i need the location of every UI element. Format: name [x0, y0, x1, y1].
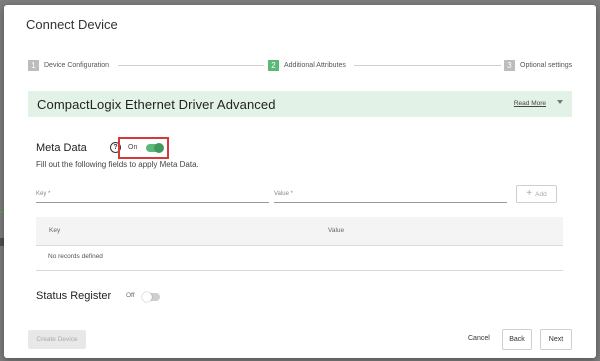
step-number: 2 [268, 59, 279, 71]
meta-data-toggle-label: On [128, 144, 138, 151]
step-label: Additional Attributes [284, 61, 346, 69]
step-device-configuration[interactable]: 1 Device Configuration [28, 58, 113, 72]
back-button[interactable]: Back [502, 329, 532, 350]
toggle-knob [154, 143, 164, 153]
meta-data-description: Fill out the following fields to apply M… [36, 160, 199, 169]
table-header-row: Key Value [36, 217, 563, 246]
meta-value-input[interactable]: Value * [274, 189, 507, 203]
next-button[interactable]: Next [540, 329, 572, 350]
column-header-value[interactable]: Value [328, 227, 344, 234]
add-meta-button[interactable]: + Add [516, 185, 557, 203]
status-register-label: Status Register [36, 290, 112, 302]
value-placeholder: Value * [274, 191, 293, 197]
meta-data-table: Key Value No records defined [36, 217, 563, 271]
stepper: 1 Device Configuration 2 Additional Attr… [28, 58, 577, 72]
meta-data-label: Meta Data [36, 142, 87, 154]
key-placeholder: Key * [36, 191, 51, 197]
toggle-knob [142, 292, 152, 302]
connect-device-dialog: Connect Device 1 Device Configuration 2 … [4, 5, 596, 358]
step-additional-attributes[interactable]: 2 Additional Attributes [265, 58, 350, 72]
status-register-toggle-label: Off [126, 292, 135, 299]
plus-icon: + [526, 188, 533, 199]
driver-banner: CompactLogix Ethernet Driver Advanced Re… [28, 91, 572, 117]
driver-name: CompactLogix Ethernet Driver Advanced [37, 96, 276, 112]
step-connector [118, 65, 264, 66]
step-label: Device Configuration [44, 61, 109, 69]
read-more-link[interactable]: Read More [514, 100, 546, 107]
meta-data-toggle[interactable] [146, 143, 164, 153]
step-label: Optional settings [520, 61, 573, 69]
step-connector [354, 65, 502, 66]
cancel-button[interactable]: Cancel [468, 335, 490, 342]
chevron-down-icon[interactable] [557, 100, 563, 104]
add-button-label: Add [535, 190, 547, 198]
column-header-key[interactable]: Key [49, 227, 60, 234]
status-register-toggle[interactable] [142, 292, 160, 302]
meta-data-toggle-highlight: On [118, 137, 169, 159]
empty-table-message: No records defined [48, 253, 103, 260]
create-device-button[interactable]: Create Device [28, 330, 86, 349]
step-optional-settings[interactable]: 3 Optional settings [501, 58, 577, 72]
step-number: 3 [504, 59, 515, 71]
meta-key-input[interactable]: Key * [36, 189, 269, 203]
step-number: 1 [28, 59, 39, 71]
dialog-title: Connect Device [26, 17, 118, 32]
